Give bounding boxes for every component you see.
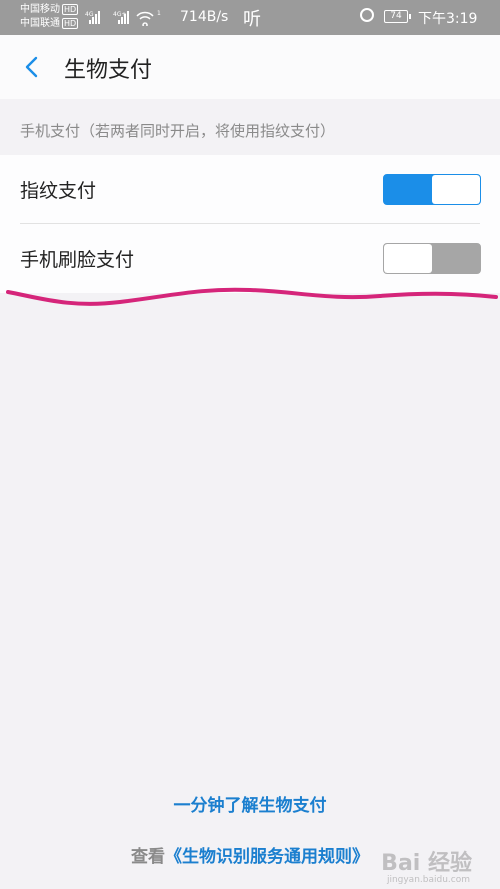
setting-fingerprint-pay: 指纹支付 (0, 155, 500, 224)
annotation-underline (6, 287, 498, 306)
battery-icon: 74 (384, 10, 411, 23)
hd-badge: HD (62, 4, 79, 15)
toggle-knob (384, 244, 432, 273)
svg-text:4G+: 4G+ (113, 11, 127, 18)
page-title: 生物支付 (64, 58, 153, 83)
audio-glyph: 听 (243, 9, 261, 30)
status-bar: 中国移动 HD 中国联通 HD 4G 4G+ 1 714B/s 听 74 下午3:1… (0, 0, 500, 35)
svg-text:4G: 4G (85, 11, 94, 18)
settings-list: 指纹支付 手机刷脸支付 (0, 155, 500, 293)
rules-prefix: 查看 (131, 847, 165, 867)
carrier-info: 中国移动 HD 中国联通 HD (20, 3, 79, 31)
net-speed: 714B/s (180, 9, 229, 25)
setting-label: 手机刷脸支付 (20, 249, 135, 271)
hd-badge: HD (62, 18, 79, 29)
toggle-knob (432, 175, 480, 204)
signal-icon: 4G 4G+ 1 (85, 8, 173, 28)
fingerprint-pay-toggle[interactable] (383, 174, 481, 205)
wifi-icon (136, 11, 154, 28)
face-pay-toggle[interactable] (383, 243, 481, 274)
carrier-1: 中国移动 (20, 4, 60, 15)
carrier-2: 中国联通 (20, 18, 60, 29)
watermark-logo: Bai 经验 (381, 851, 472, 876)
section-label: 手机支付（若两者同时开启，将使用指纹支付） (20, 122, 336, 140)
header: 生物支付 (0, 35, 500, 99)
alarm-icon (360, 8, 374, 22)
rules-link[interactable]: 《生物识别服务通用规则》 (165, 847, 369, 867)
back-button[interactable] (18, 51, 48, 83)
watermark-url: jingyan.baidu.com (386, 875, 470, 885)
setting-label: 指纹支付 (20, 180, 97, 202)
svg-text:1: 1 (157, 10, 161, 17)
chevron-left-icon (25, 56, 38, 78)
battery-level: 74 (390, 11, 402, 21)
clock: 下午3:19 (418, 11, 478, 27)
learn-biometric-link[interactable]: 一分钟了解生物支付 (0, 791, 500, 816)
